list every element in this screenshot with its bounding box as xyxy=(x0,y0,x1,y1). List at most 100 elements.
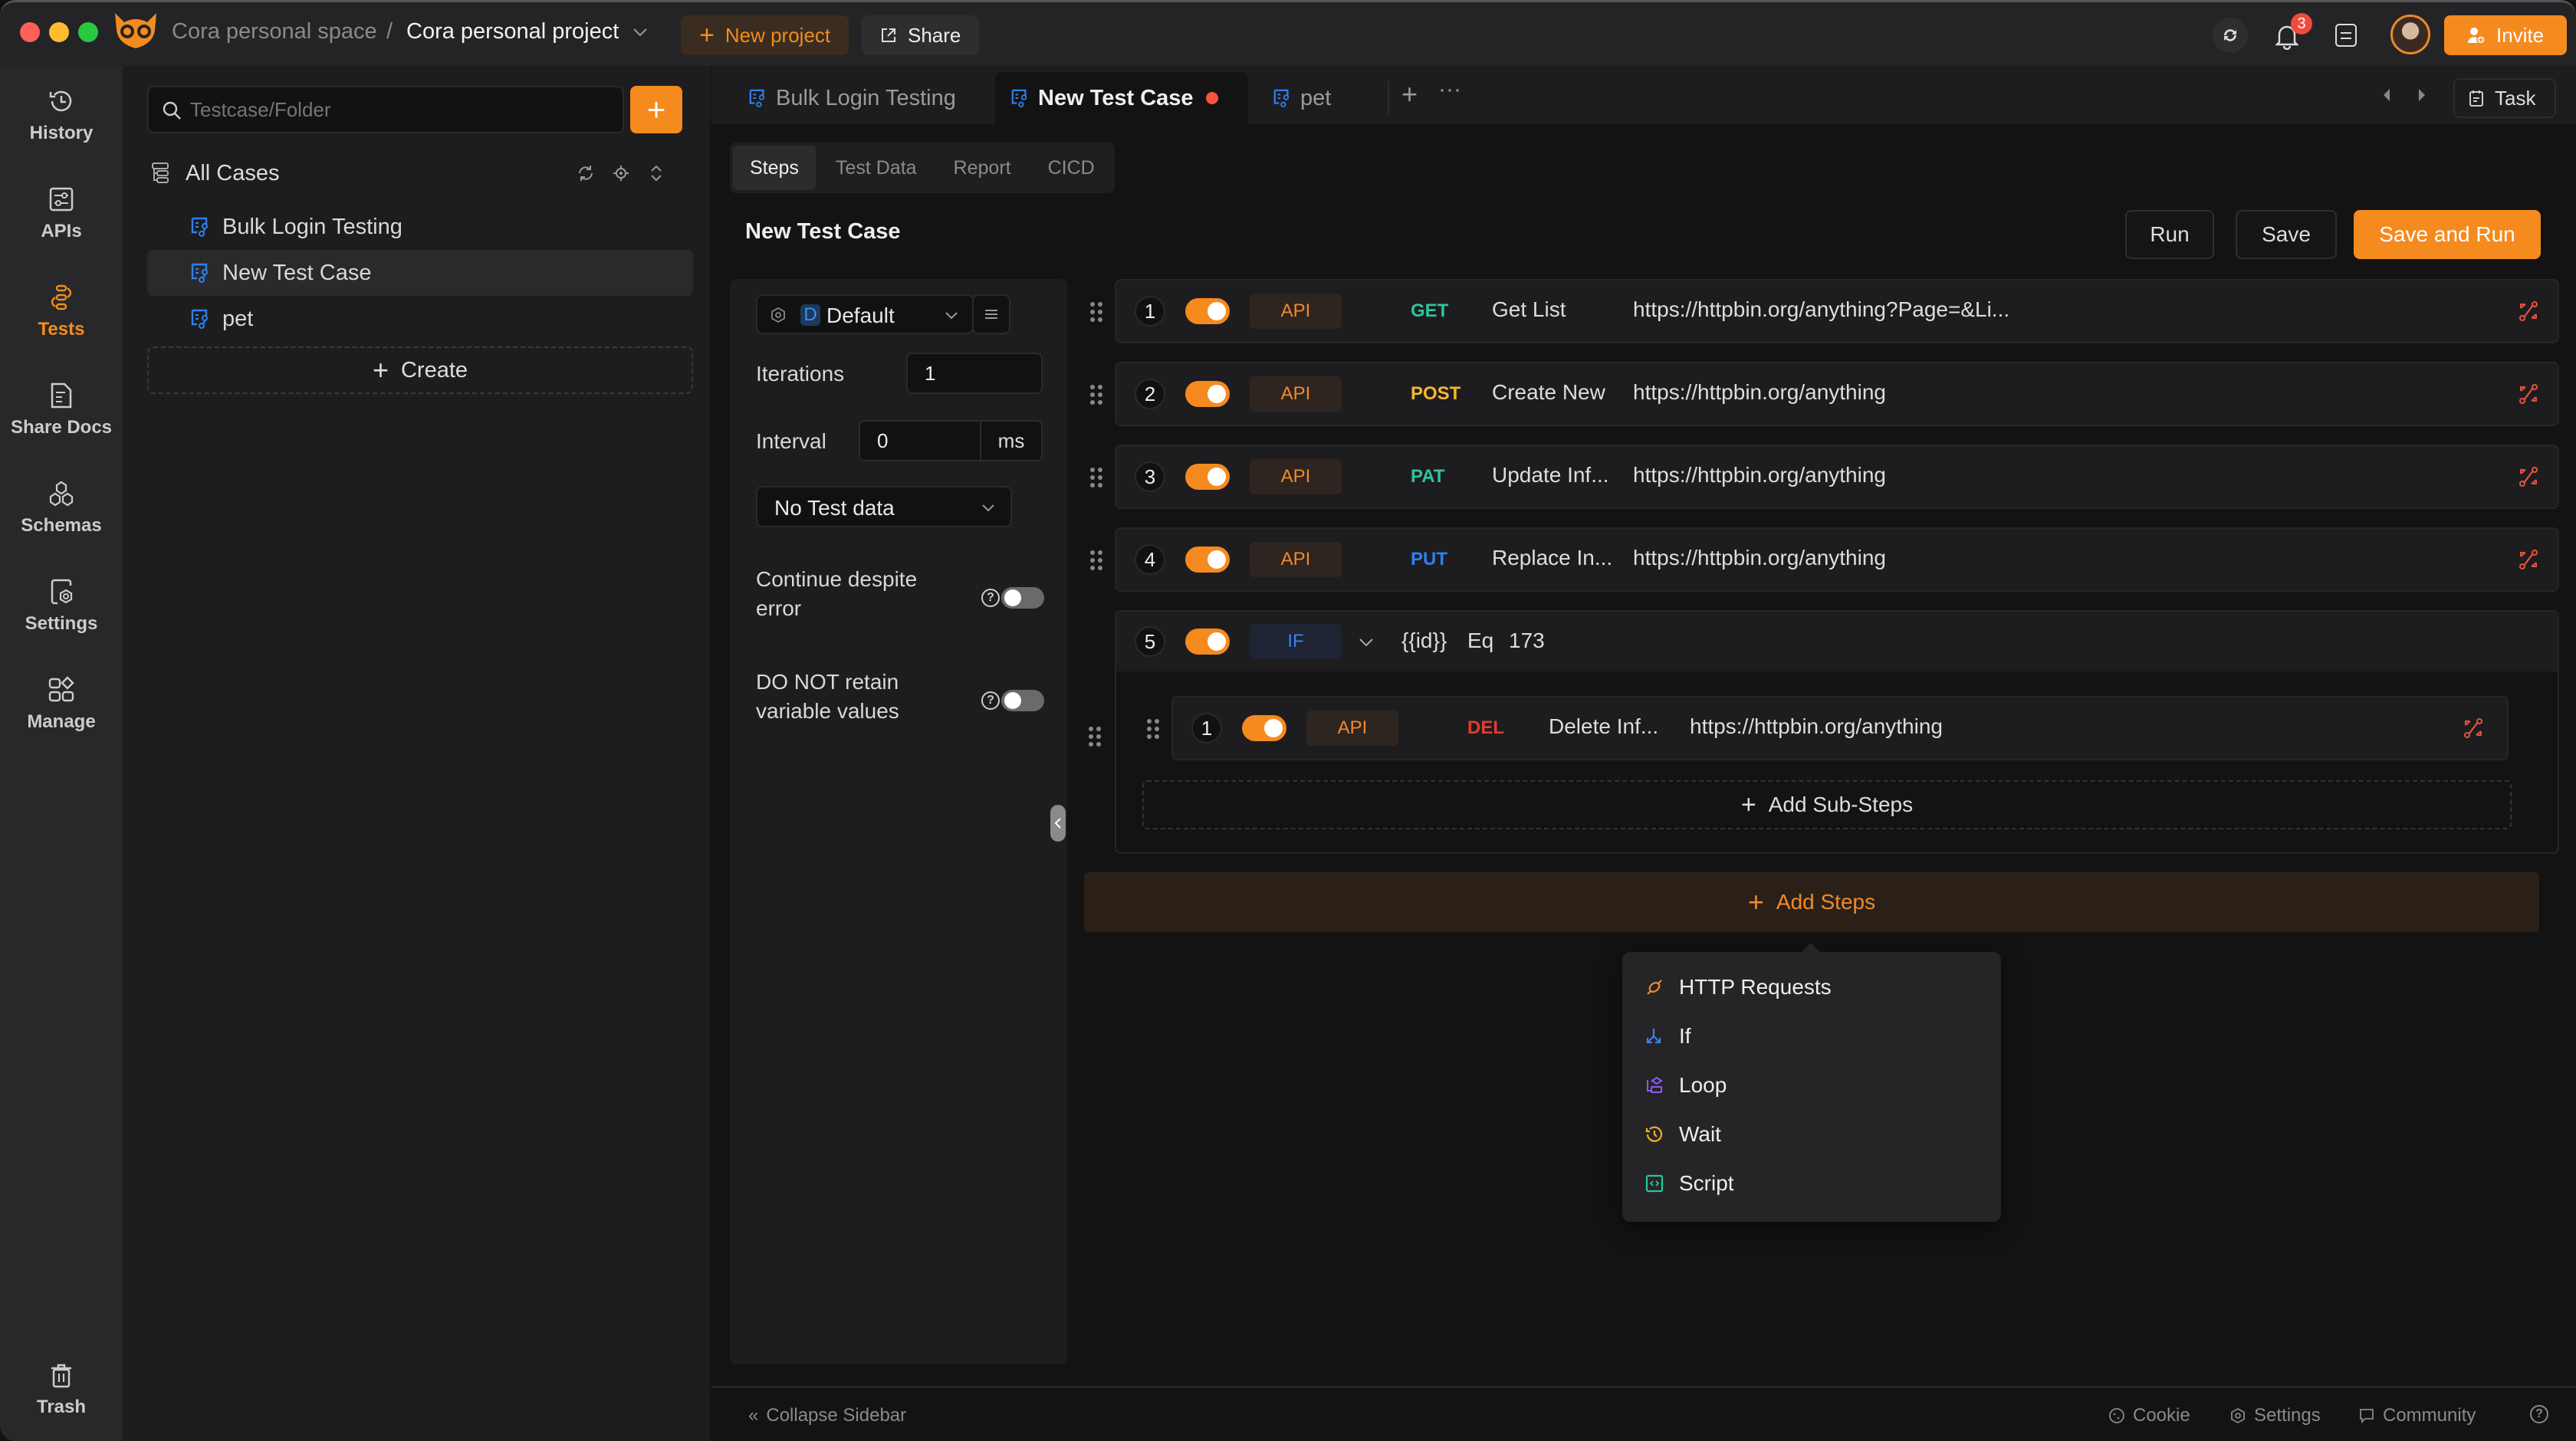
share-button[interactable]: Share xyxy=(862,15,980,55)
add-sub-steps-button[interactable]: + Add Sub-Steps xyxy=(1142,780,2512,829)
help-icon[interactable]: ? xyxy=(981,691,1000,710)
new-project-button[interactable]: + New project xyxy=(681,15,849,55)
tab-new-test-case[interactable]: New Test Case xyxy=(995,72,1248,124)
step-enabled-toggle[interactable] xyxy=(1185,298,1230,324)
swap-request-icon[interactable] xyxy=(2518,383,2539,405)
scroll-left-icon[interactable] xyxy=(2381,87,2392,103)
iterations-input[interactable] xyxy=(906,353,1043,394)
run-button[interactable]: Run xyxy=(2125,210,2214,259)
test-data-select[interactable]: No Test data xyxy=(756,486,1012,527)
test-case-icon xyxy=(191,263,208,283)
minimize-window-button[interactable] xyxy=(49,22,69,42)
save-button[interactable]: Save xyxy=(2236,210,2337,259)
help-button[interactable]: ? xyxy=(2530,1405,2548,1423)
if-operator[interactable]: Eq xyxy=(1467,629,1493,653)
step-row[interactable]: 4 API PUT Replace In... https://httpbin.org/… xyxy=(1090,527,2559,592)
plus-icon: + xyxy=(1740,789,1756,819)
subtab-test-data[interactable]: Test Data xyxy=(819,146,934,190)
project-breadcrumb[interactable]: Cora personal project xyxy=(406,19,619,44)
step-enabled-toggle[interactable] xyxy=(1185,629,1230,655)
invite-button[interactable]: Invite xyxy=(2444,15,2568,55)
close-window-button[interactable] xyxy=(20,22,40,42)
swap-request-icon[interactable] xyxy=(2518,300,2539,322)
do-not-retain-toggle[interactable] xyxy=(1001,690,1044,711)
add-steps-button[interactable]: + Add Steps xyxy=(1084,872,2539,932)
locate-icon[interactable] xyxy=(612,164,630,182)
menu-item-if[interactable]: If xyxy=(1645,1024,1691,1049)
rail-item-schemas[interactable]: Schemas xyxy=(0,480,123,537)
notes-button[interactable] xyxy=(2335,24,2357,47)
footer-settings-button[interactable]: Settings xyxy=(2229,1405,2321,1426)
menu-item-script[interactable]: Script xyxy=(1645,1171,1734,1196)
rail-item-manage[interactable]: Manage xyxy=(0,676,123,733)
workspace-breadcrumb[interactable]: Cora personal space xyxy=(172,19,377,44)
menu-item-loop[interactable]: Loop xyxy=(1645,1073,1727,1098)
expand-collapse-icon[interactable] xyxy=(649,164,664,182)
collapse-config-handle[interactable] xyxy=(1050,805,1066,842)
collapse-sidebar-button[interactable]: « Collapse Sidebar xyxy=(748,1405,906,1426)
tab-pet[interactable]: pet xyxy=(1257,72,1346,124)
notifications-button[interactable]: 3 xyxy=(2275,13,2312,51)
environment-select[interactable]: D Default xyxy=(756,294,974,334)
create-case-button[interactable]: + Create xyxy=(147,346,693,394)
subtab-cicd[interactable]: CICD xyxy=(1031,146,1112,190)
step-row[interactable]: 3 API PAT Update Inf... https://httpbin.org/… xyxy=(1090,445,2559,509)
step-enabled-toggle[interactable] xyxy=(1185,381,1230,407)
tree-item-bulk-login-testing[interactable]: Bulk Login Testing xyxy=(147,204,693,250)
rail-item-tests[interactable]: Tests xyxy=(0,284,123,340)
rail-item-history[interactable]: History xyxy=(0,87,123,144)
environment-menu-button[interactable] xyxy=(972,294,1010,334)
new-tab-button[interactable]: + xyxy=(1401,78,1418,110)
help-icon[interactable]: ? xyxy=(981,589,1000,607)
share-docs-icon xyxy=(51,382,72,409)
continue-despite-error-toggle[interactable] xyxy=(1001,587,1044,609)
add-case-button[interactable]: + xyxy=(630,86,682,133)
swap-request-icon[interactable] xyxy=(2463,717,2484,739)
interval-input[interactable] xyxy=(859,420,981,461)
drag-handle[interactable] xyxy=(1090,468,1102,487)
search-field[interactable] xyxy=(147,86,624,133)
tree-item-new-test-case[interactable]: New Test Case xyxy=(147,250,693,296)
chevron-down-icon[interactable] xyxy=(632,27,649,38)
step-type-badge: API xyxy=(1250,542,1342,577)
sub-step-row[interactable]: 1 API DEL Delete Inf... https://httpbin.… xyxy=(1147,696,2509,760)
task-button[interactable]: Task xyxy=(2453,78,2556,118)
maximize-window-button[interactable] xyxy=(78,22,98,42)
step-row[interactable]: 1 API GET Get List https://httpbin.org/anyth… xyxy=(1090,279,2559,343)
search-input[interactable] xyxy=(190,94,612,126)
user-avatar[interactable] xyxy=(2390,15,2430,54)
subtab-steps[interactable]: Steps xyxy=(733,146,816,190)
menu-item-wait[interactable]: Wait xyxy=(1645,1122,1721,1147)
subtab-report[interactable]: Report xyxy=(937,146,1028,190)
if-value[interactable]: 173 xyxy=(1509,629,1545,653)
step-enabled-toggle[interactable] xyxy=(1242,715,1286,741)
drag-handle[interactable] xyxy=(1147,719,1159,739)
more-tabs-button[interactable]: ··· xyxy=(1438,77,1461,103)
if-step-header[interactable]: 5 IF {{id}} Eq 173 xyxy=(1116,612,2558,671)
drag-handle[interactable] xyxy=(1089,727,1101,747)
swap-request-icon[interactable] xyxy=(2518,549,2539,570)
swap-request-icon[interactable] xyxy=(2518,466,2539,487)
drag-handle[interactable] xyxy=(1090,385,1102,405)
if-variable[interactable]: {{id}} xyxy=(1401,629,1447,653)
save-and-run-button[interactable]: Save and Run xyxy=(2354,210,2541,259)
tree-item-pet[interactable]: pet xyxy=(147,296,693,342)
rail-item-settings[interactable]: Settings xyxy=(0,578,123,635)
rail-item-trash[interactable]: Trash xyxy=(0,1363,123,1418)
chevron-down-icon[interactable] xyxy=(1359,638,1374,647)
menu-item-http-requests[interactable]: HTTP Requests xyxy=(1645,975,1832,1000)
all-cases-row[interactable]: All Cases xyxy=(150,152,687,195)
community-button[interactable]: Community xyxy=(2358,1405,2476,1426)
step-row[interactable]: 2 API POST Create New https://httpbin.org/an… xyxy=(1090,362,2559,426)
drag-handle[interactable] xyxy=(1090,550,1102,570)
scroll-right-icon[interactable] xyxy=(2417,87,2427,103)
tab-bulk-login-testing[interactable]: Bulk Login Testing xyxy=(733,72,971,124)
refresh-icon[interactable] xyxy=(577,164,595,182)
cookie-button[interactable]: Cookie xyxy=(2108,1405,2190,1426)
rail-item-share-docs[interactable]: Share Docs xyxy=(0,382,123,438)
step-enabled-toggle[interactable] xyxy=(1185,547,1230,573)
sync-button[interactable] xyxy=(2213,18,2248,53)
step-enabled-toggle[interactable] xyxy=(1185,464,1230,490)
drag-handle[interactable] xyxy=(1090,302,1102,322)
rail-item-apis[interactable]: APIs xyxy=(0,185,123,242)
